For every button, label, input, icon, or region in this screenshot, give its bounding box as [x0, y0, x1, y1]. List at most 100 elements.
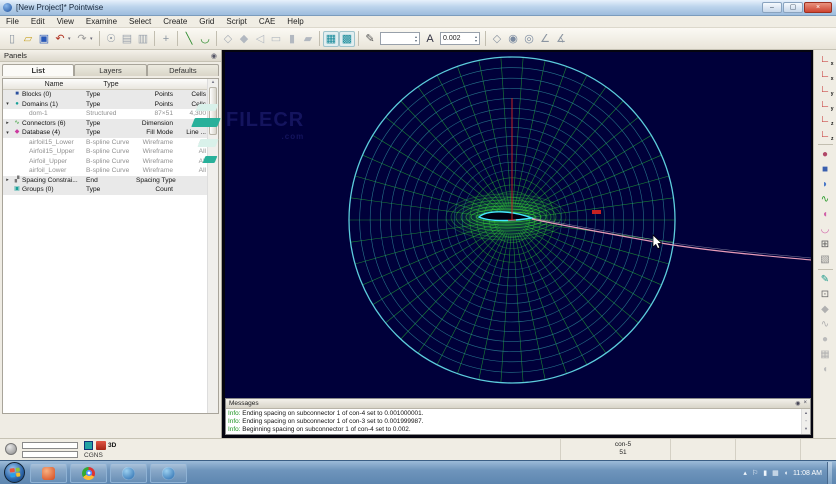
show-database-icon[interactable]: ◖	[817, 207, 834, 222]
messages-pin-icon[interactable]: ◉	[795, 400, 800, 407]
blob-disabled-icon[interactable]: ●	[817, 332, 834, 347]
selection-mask-icon[interactable]: ▧	[817, 252, 834, 267]
rotate-diamond-solid-icon[interactable]: ◆	[236, 31, 252, 47]
close-button[interactable]: ×	[804, 2, 832, 13]
view-minus-x-icon[interactable]: ∟ x	[817, 67, 833, 82]
messages-close-icon[interactable]: ×	[803, 400, 807, 407]
tree-row-airfoil-lower[interactable]: airfoil_Lower B-spline Curve Wireframe All	[3, 166, 218, 176]
create-line-icon[interactable]: ╲	[181, 31, 197, 47]
clock[interactable]: 11:08 AM	[793, 470, 822, 477]
connector-disabled-icon[interactable]: ∿	[817, 317, 834, 332]
create-curve-icon[interactable]: ◡	[197, 31, 213, 47]
tree-row-dom-1[interactable]: dom-1 Structured 87×51 4,300	[3, 109, 218, 119]
save-icon[interactable]: ▣	[36, 31, 52, 47]
open-folder-icon[interactable]: ▱	[20, 31, 36, 47]
menu-grid[interactable]: Grid	[193, 17, 220, 26]
menu-create[interactable]: Create	[157, 17, 193, 26]
orbit-center-icon[interactable]: ◉	[505, 31, 521, 47]
diamond-tool-icon[interactable]: ◇	[489, 31, 505, 47]
prism-icon[interactable]: ▰	[300, 31, 316, 47]
taskbar-app-3[interactable]	[110, 463, 147, 483]
show-domains-icon[interactable]: ◗	[817, 177, 834, 192]
undo-icon[interactable]: ↶	[52, 31, 68, 47]
view-plus-y-icon[interactable]: ∟ y	[817, 82, 833, 97]
tolerance-icon[interactable]: A	[422, 31, 438, 47]
show-blocks-icon[interactable]: ■	[817, 162, 834, 177]
column-name[interactable]: Name	[22, 81, 86, 88]
panel-view-icon[interactable]: ▤	[119, 31, 135, 47]
light-bulb-icon[interactable]: ☉	[103, 31, 119, 47]
show-connectors-icon[interactable]: ∿	[817, 192, 834, 207]
unstructured-grid-icon[interactable]: ▩	[339, 30, 355, 47]
tree-row-spacing-constrai-[interactable]: ▸ ▞ Spacing Constrai... End Spacing Type	[3, 175, 218, 185]
tree-row-blocks-0-[interactable]: ■ Blocks (0) Type Points Cells	[3, 90, 218, 100]
menu-view[interactable]: View	[51, 17, 80, 26]
rotate-diamond-icon[interactable]: ◇	[220, 31, 236, 47]
tree-scrollbar[interactable]: ▴	[207, 79, 218, 413]
show-desktop-button[interactable]	[827, 462, 832, 484]
tree-row-airfoil15-upper[interactable]: Airfoil15_Upper B-spline Curve Wireframe Al…	[3, 147, 218, 157]
brush-icon[interactable]: ✎	[362, 31, 378, 47]
scrollbar-thumb[interactable]	[209, 87, 217, 135]
dome-disabled-icon[interactable]: ◖	[817, 362, 834, 377]
tree-row-groups-0-[interactable]: ▣ Groups (0) Type Count	[3, 185, 218, 195]
tab-list[interactable]: List	[2, 64, 75, 76]
menu-help[interactable]: Help	[281, 17, 309, 26]
tree-row-airfoil15-lower[interactable]: airfoil15_LowerB-spline CurveWireframeAl…	[3, 137, 218, 147]
cone-icon[interactable]: ◁	[252, 31, 268, 47]
dimension-combo[interactable]: ▴ ▾	[380, 32, 420, 45]
tree-row-database-4-[interactable]: ▾ ◆ Database (4) Type Fill Mode Line ...	[3, 128, 218, 138]
messages-scrollbar[interactable]: ▴ ▫ ▾	[801, 409, 810, 434]
view-minus-z-icon[interactable]: ∟ z	[817, 127, 833, 142]
diamond-disabled-icon[interactable]: ◆	[817, 302, 834, 317]
view-plus-z-icon[interactable]: ∟ z	[817, 112, 833, 127]
view-minus-y-icon[interactable]: ∟ y	[817, 97, 833, 112]
minimize-button[interactable]: ‒	[762, 2, 782, 13]
view-plus-x-icon[interactable]: ∟ x	[817, 52, 833, 67]
tolerance-combo[interactable]: 0.002 ▴ ▾	[440, 32, 480, 45]
menu-script[interactable]: Script	[220, 17, 252, 26]
battery-icon[interactable]: ▮	[763, 469, 767, 477]
action-center-flag-icon[interactable]: ⚐	[752, 469, 758, 477]
taskbar-app-1[interactable]	[30, 463, 67, 483]
redo-icon-dropdown[interactable]: ▾	[90, 36, 96, 42]
paint-style-icon[interactable]: ✎	[817, 272, 834, 287]
taskbar-app-4[interactable]	[150, 463, 187, 483]
solver-attributes-icon[interactable]: ●	[817, 147, 834, 162]
tree-row-airfoil-upper[interactable]: Airfoil_UpperB-spline CurveWireframeAll	[3, 156, 218, 166]
pin-icon[interactable]: ◉	[211, 52, 217, 60]
column-type[interactable]: Type	[86, 81, 136, 88]
tree-row-connectors-6-[interactable]: ▸ ∿ Connectors (6) Type Dimension	[3, 118, 218, 128]
taskbar-app-2[interactable]	[70, 463, 107, 483]
expand-toggle-icon[interactable]: ▾	[3, 101, 12, 107]
tree-row-domains-1-[interactable]: ▾●Domains (1)TypePointsCells	[3, 99, 218, 109]
volume-icon[interactable]: ◖	[784, 470, 788, 477]
tab-layers[interactable]: Layers	[74, 64, 147, 76]
expand-toggle-icon[interactable]: ▾	[3, 130, 12, 136]
network-icon[interactable]: ▦	[772, 469, 779, 477]
grid-disabled-icon[interactable]: ▦	[817, 347, 834, 362]
angle-measure-icon[interactable]: ∠	[537, 31, 553, 47]
show-database-outline-icon[interactable]: ◡	[817, 222, 834, 237]
redo-icon[interactable]: ↷	[74, 31, 90, 47]
display-viewport[interactable]: FILECR .com	[225, 52, 811, 398]
menu-select[interactable]: Select	[123, 17, 157, 26]
start-button[interactable]	[4, 462, 25, 483]
menu-cae[interactable]: CAE	[253, 17, 281, 26]
show-spacing-icon[interactable]: ⊞	[817, 237, 834, 252]
new-file-icon[interactable]: ▯	[4, 31, 20, 47]
menu-edit[interactable]: Edit	[25, 17, 51, 26]
move-tool-icon[interactable]: +	[158, 31, 174, 47]
tray-expand-icon[interactable]: ▴	[743, 469, 747, 477]
tab-defaults[interactable]: Defaults	[146, 64, 219, 76]
expand-toggle-icon[interactable]: ▸	[3, 120, 12, 126]
orbit-axis-icon[interactable]: ◎	[521, 31, 537, 47]
cylinder-icon[interactable]: ▮	[284, 31, 300, 47]
panel-view2-icon[interactable]: ▥	[135, 31, 151, 47]
expand-toggle-icon[interactable]: ▸	[3, 177, 12, 183]
structured-grid-icon[interactable]: ▦	[323, 30, 339, 47]
menu-examine[interactable]: Examine	[80, 17, 123, 26]
box-icon[interactable]: ▭	[268, 31, 284, 47]
zoom-box-icon[interactable]: ⊡	[817, 287, 834, 302]
maximize-button[interactable]: ▢	[783, 2, 803, 13]
